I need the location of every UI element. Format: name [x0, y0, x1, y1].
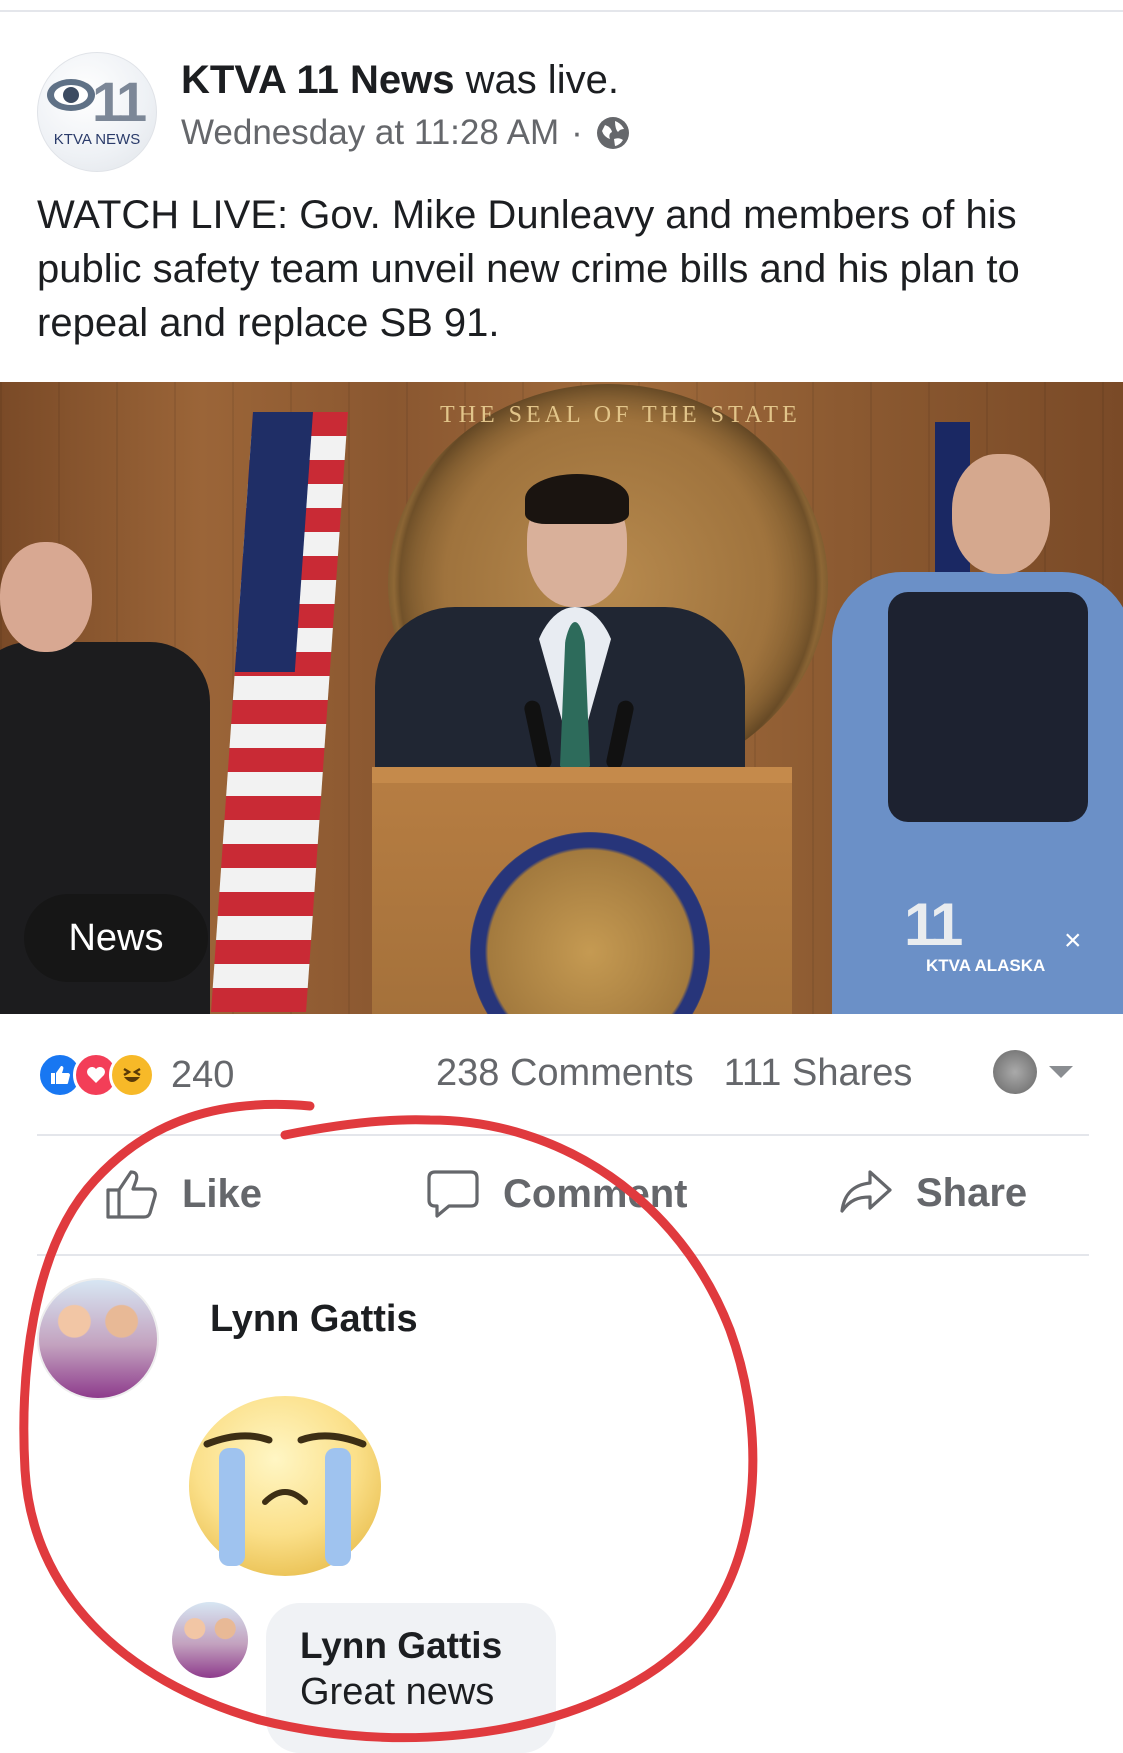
- avatar-brand: KTVA NEWS: [53, 131, 141, 148]
- news-label[interactable]: News: [24, 894, 208, 982]
- crying-face-sticker-icon: [189, 1396, 381, 1576]
- speaker-hair: [525, 474, 629, 524]
- post-action: was live.: [465, 58, 619, 102]
- like-button[interactable]: Like: [104, 1168, 262, 1220]
- comment-button[interactable]: Comment: [425, 1168, 687, 1220]
- close-icon[interactable]: ×: [1064, 924, 1082, 958]
- viewer-selector[interactable]: [993, 1050, 1073, 1094]
- post-stats: 238 Comments 111 Shares: [436, 1052, 912, 1095]
- top-divider: [0, 10, 1123, 12]
- bug-text: KTVA ALASKA: [926, 956, 1046, 975]
- share-button[interactable]: Share: [838, 1168, 1027, 1218]
- thumbs-up-icon: [106, 1170, 157, 1219]
- meta-separator: ·: [571, 113, 583, 152]
- avatar-number: 11: [92, 70, 147, 133]
- reply-author[interactable]: Lynn Gattis: [300, 1625, 502, 1667]
- reaction-summary[interactable]: 240: [37, 1052, 234, 1098]
- post-time[interactable]: Wednesday at 11:28 AM: [181, 113, 559, 153]
- page-name-link[interactable]: KTVA 11 News: [181, 58, 454, 102]
- comment-author[interactable]: Lynn Gattis: [210, 1298, 418, 1341]
- chevron-down-icon: [1049, 1066, 1073, 1078]
- comment-icon: [427, 1170, 479, 1218]
- actions-top-divider: [37, 1134, 1089, 1136]
- trooper-right-head: [952, 454, 1050, 574]
- share-icon: [840, 1170, 892, 1213]
- comments-count[interactable]: 238 Comments: [436, 1052, 694, 1095]
- shares-count[interactable]: 111 Shares: [724, 1052, 913, 1095]
- post-actions: Like Comment Share: [0, 1138, 1123, 1258]
- haha-reaction-icon: [109, 1052, 155, 1098]
- page-avatar[interactable]: 11 KTVA NEWS: [37, 52, 157, 172]
- station-bug: 11 KTVA ALASKA: [904, 890, 1054, 980]
- post-caption: WATCH LIVE: Gov. Mike Dunleavy and membe…: [37, 193, 1020, 345]
- globe-icon: [596, 117, 629, 149]
- commenter-avatar[interactable]: [37, 1278, 159, 1400]
- comments-section: Lynn Gattis Lynn Gattis Great news: [0, 1260, 1123, 1753]
- reply-text: Great news: [300, 1671, 495, 1713]
- reaction-count: 240: [171, 1053, 235, 1096]
- post-meta: Wednesday at 11:28 AM ·: [181, 113, 631, 153]
- like-label: Like: [182, 1171, 263, 1216]
- reply-avatar[interactable]: [172, 1602, 248, 1678]
- comment-bubble[interactable]: Lynn Gattis Great news: [266, 1603, 556, 1753]
- post-title: KTVA 11 News was live.: [181, 58, 619, 103]
- viewer-avatar: [993, 1050, 1037, 1094]
- comment-label: Comment: [503, 1171, 688, 1216]
- share-label: Share: [916, 1170, 1028, 1215]
- officer-left-head: [0, 542, 92, 652]
- actions-bottom-divider: [37, 1254, 1089, 1256]
- trooper-vest: [888, 592, 1088, 822]
- cbs-eye-logo-icon: [47, 79, 95, 111]
- bug-number: 11: [904, 891, 963, 958]
- seal-text: THE SEAL OF THE STATE: [440, 402, 801, 428]
